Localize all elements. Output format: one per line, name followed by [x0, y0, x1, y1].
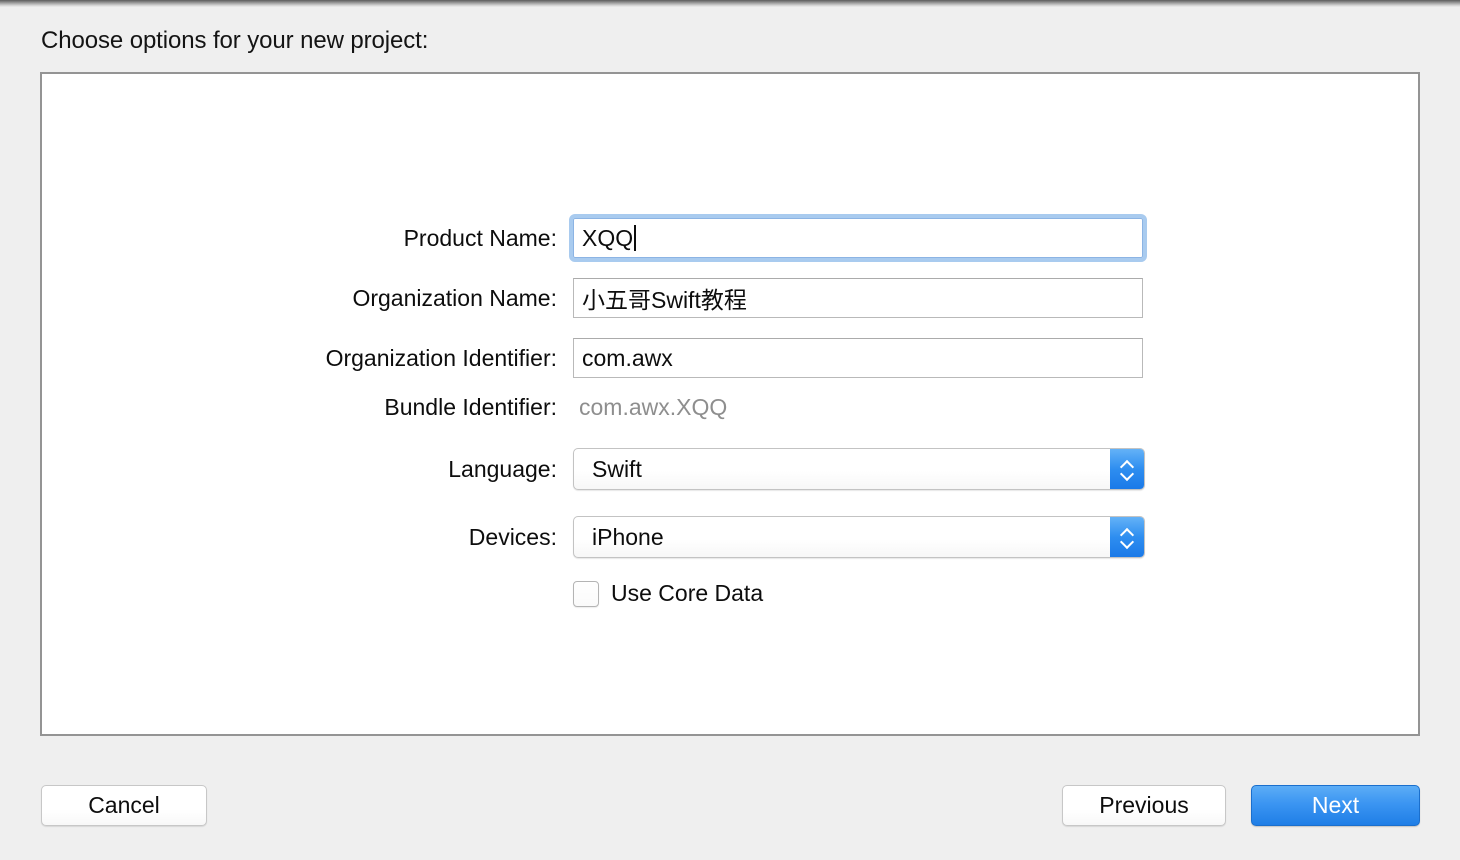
language-popup-button[interactable]: Swift — [573, 448, 1145, 490]
devices-selected-value: iPhone — [592, 523, 664, 550]
previous-button[interactable]: Previous — [1062, 785, 1226, 826]
bundle-identifier-control: com.awx.XQQ — [573, 394, 727, 421]
bundle-identifier-label: Bundle Identifier: — [384, 394, 557, 420]
organization-identifier-label: Organization Identifier: — [325, 344, 557, 371]
text-cursor — [634, 225, 637, 251]
next-button[interactable]: Next — [1251, 785, 1420, 826]
organization-identifier-control: com.awx — [573, 338, 1143, 378]
form-row-use-core-data: Use Core Data — [0, 580, 1460, 607]
new-project-options-dialog: Choose options for your new project: Pro… — [0, 7, 1460, 860]
use-core-data-control: Use Core Data — [573, 580, 763, 607]
product-name-label: Product Name: — [403, 224, 557, 251]
devices-control: iPhone — [573, 516, 1145, 558]
language-selected-value: Swift — [592, 455, 642, 482]
use-core-data-label: Use Core Data — [611, 580, 764, 606]
organization-name-control: 小五哥Swift教程 — [573, 278, 1143, 318]
cancel-button[interactable]: Cancel — [41, 785, 207, 826]
form-row-organization-identifier: Organization Identifier: com.awx — [0, 338, 1460, 378]
form-row-bundle-identifier: Bundle Identifier: com.awx.XQQ — [0, 394, 1460, 421]
devices-label: Devices: — [468, 523, 557, 550]
bundle-identifier-value: com.awx.XQQ — [579, 394, 728, 420]
use-core-data-checkbox-row[interactable]: Use Core Data — [573, 580, 763, 607]
organization-identifier-input[interactable]: com.awx — [573, 338, 1143, 378]
chevron-down-icon — [1121, 471, 1134, 478]
form-row-product-name: Product Name: XQQ — [0, 214, 1460, 262]
organization-name-input[interactable]: 小五哥Swift教程 — [573, 278, 1143, 318]
organization-name-value: 小五哥Swift教程 — [582, 287, 747, 313]
devices-popup-button[interactable]: iPhone — [573, 516, 1145, 558]
language-popup-arrows[interactable] — [1110, 449, 1144, 489]
product-name-input[interactable]: XQQ — [569, 214, 1147, 262]
chevron-down-icon — [1121, 539, 1134, 546]
product-name-control: XQQ — [569, 214, 1147, 262]
devices-popup-arrows[interactable] — [1110, 517, 1144, 557]
form-row-language: Language: Swift — [0, 448, 1460, 490]
product-name-value: XQQ — [582, 224, 634, 251]
language-control: Swift — [573, 448, 1145, 490]
form-row-organization-name: Organization Name: 小五哥Swift教程 — [0, 278, 1460, 318]
form-row-devices: Devices: iPhone — [0, 516, 1460, 558]
organization-identifier-value: com.awx — [582, 344, 673, 371]
page-title: Choose options for your new project: — [41, 27, 429, 54]
language-label: Language: — [448, 455, 557, 482]
organization-name-label: Organization Name: — [352, 284, 557, 311]
use-core-data-checkbox[interactable] — [573, 580, 599, 607]
window-title-bar-strip — [0, 0, 1460, 7]
